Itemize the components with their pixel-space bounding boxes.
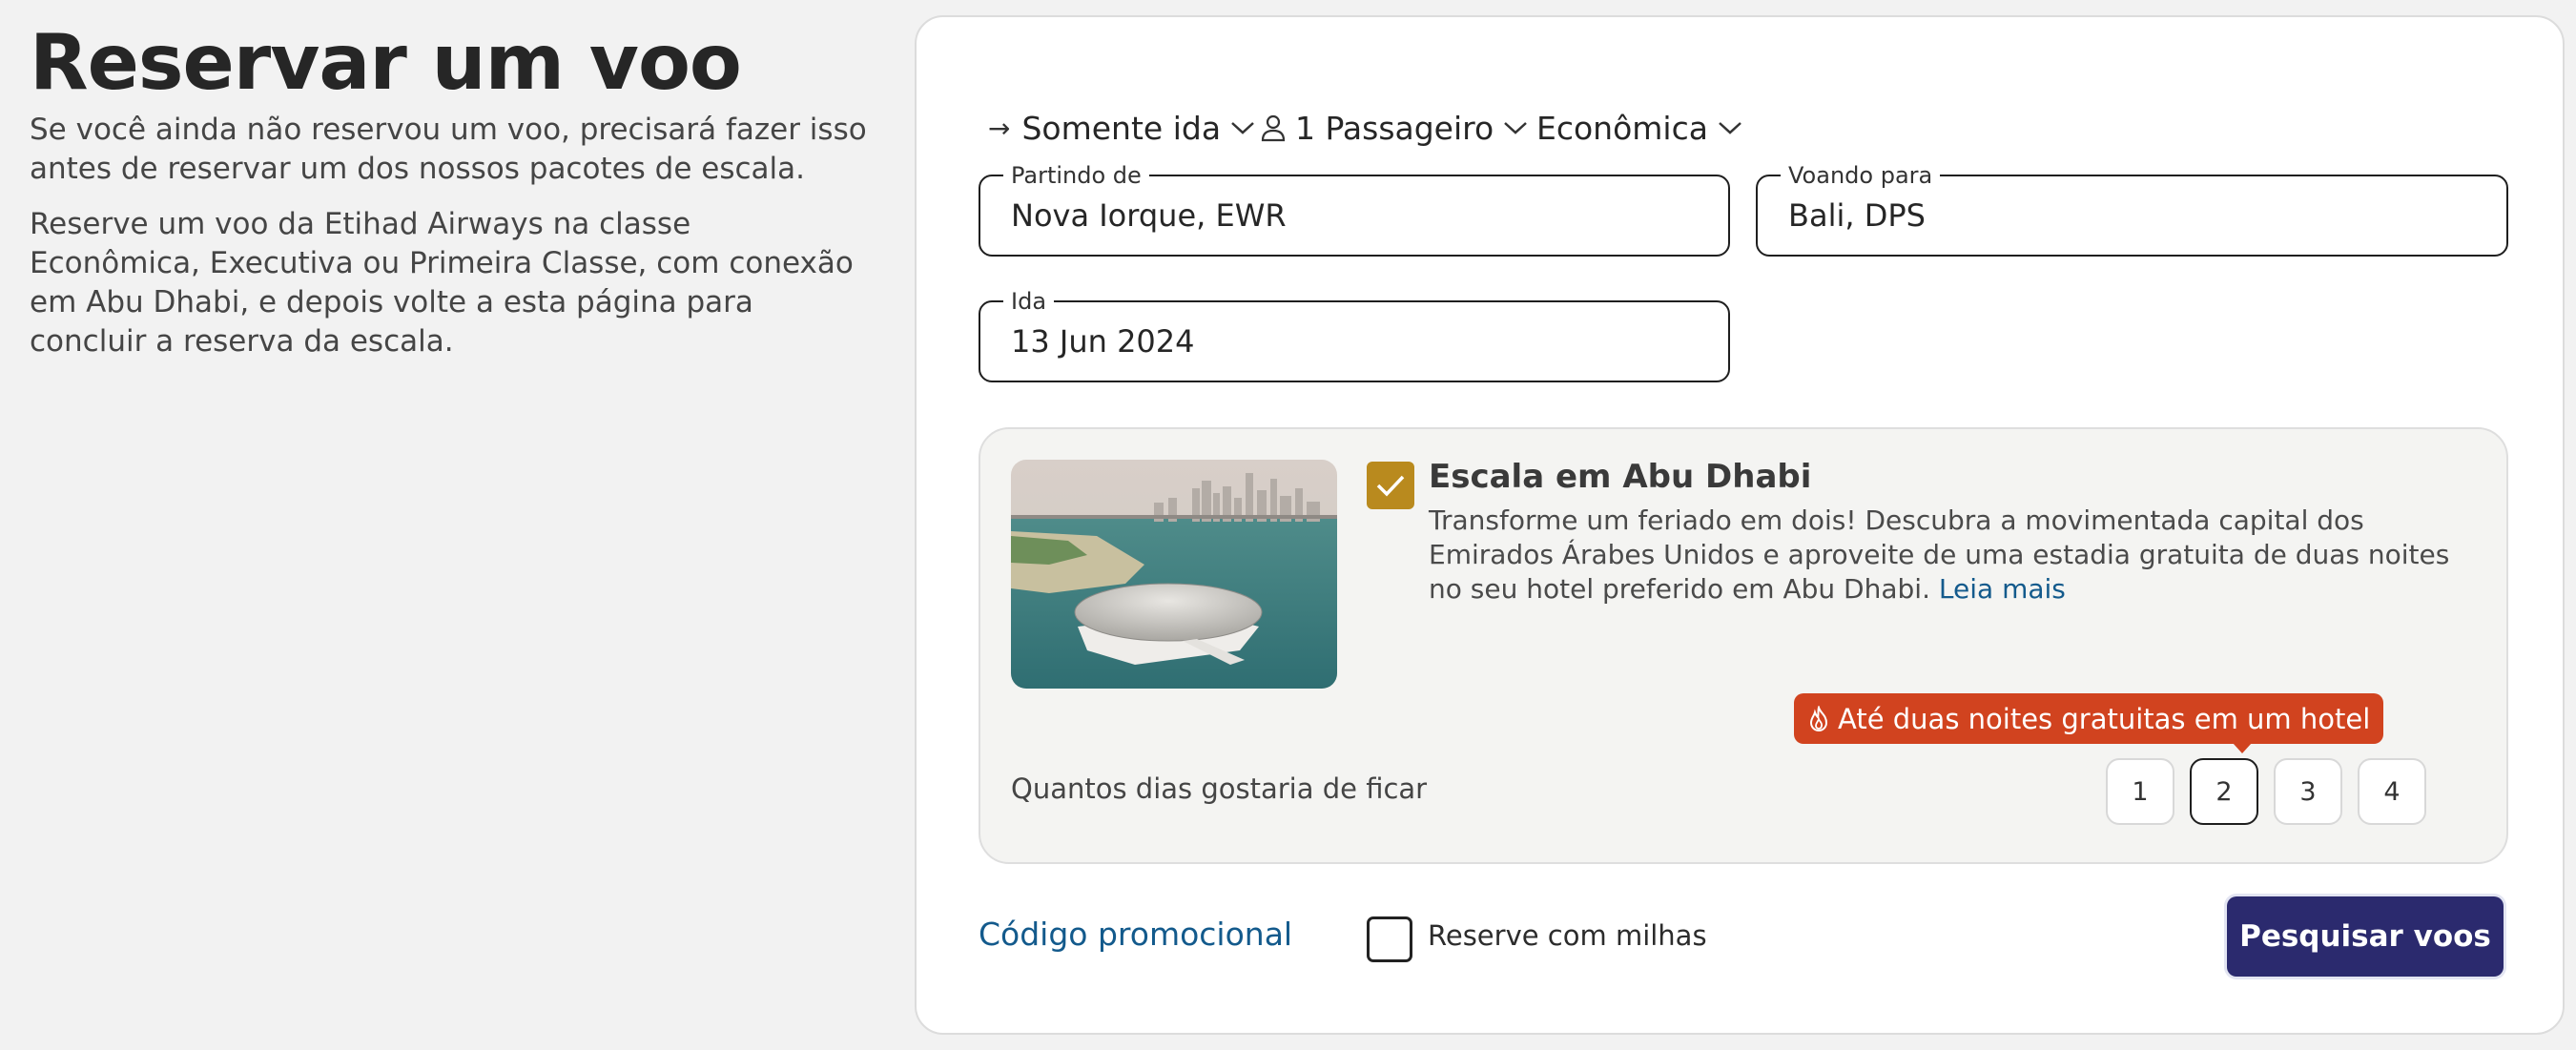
- stopover-description: Transforme um feriado em dois! Descubra …: [1429, 504, 2487, 607]
- destination-field-value[interactable]: Bali, DPS: [1788, 176, 1926, 255]
- intro-section: Reservar um voo Se você ainda não reserv…: [30, 17, 869, 361]
- free-nights-badge-text: Até duas noites gratuitas em um hotel: [1838, 702, 2371, 735]
- trip-type-label: Somente ida: [1021, 109, 1222, 147]
- checkmark-icon: [1376, 475, 1405, 497]
- stopover-checkbox[interactable]: [1367, 462, 1414, 509]
- departure-date-value[interactable]: 13 Jun 2024: [1011, 302, 1195, 381]
- stopover-title: Escala em Abu Dhabi: [1429, 458, 1812, 496]
- flame-icon: [1807, 705, 1830, 732]
- intro-paragraph-2: Reserve um voo da Etihad Airways na clas…: [30, 207, 854, 359]
- search-flights-button[interactable]: Pesquisar voos: [2227, 896, 2504, 977]
- person-icon: [1261, 114, 1286, 142]
- arrow-right-icon: →: [988, 112, 1011, 144]
- booking-card: → Somente ida 1 Passageiro Econômica Par…: [915, 15, 2565, 1035]
- book-with-miles-label: Reserve com milhas: [1428, 919, 1707, 952]
- abu-dhabi-photo: [1011, 460, 1337, 689]
- trip-type-dropdown[interactable]: → Somente ida: [988, 90, 1255, 166]
- badge-pointer: [2233, 743, 2252, 753]
- page-title: Reservar um voo: [30, 18, 742, 107]
- origin-field-value[interactable]: Nova Iorque, EWR: [1011, 176, 1287, 255]
- stopover-panel: Escala em Abu Dhabi Transforme um feriad…: [979, 427, 2508, 864]
- stay-days-option-2[interactable]: 2: [2190, 758, 2258, 825]
- chevron-down-icon: [1504, 122, 1528, 134]
- departure-date-field[interactable]: Ida 13 Jun 2024: [979, 288, 1730, 382]
- free-nights-badge: Até duas noites gratuitas em um hotel: [1794, 693, 2384, 753]
- chevron-down-icon: [1719, 122, 1741, 134]
- stay-days-label: Quantos dias gostaria de ficar: [1011, 772, 1428, 805]
- stay-days-option-3[interactable]: 3: [2274, 758, 2342, 825]
- origin-field[interactable]: Partindo de Nova Iorque, EWR: [979, 162, 1730, 257]
- passengers-dropdown[interactable]: 1 Passageiro: [1261, 90, 1528, 166]
- promo-code-link[interactable]: Código promocional: [979, 916, 1292, 953]
- stay-days-option-4[interactable]: 4: [2358, 758, 2426, 825]
- book-with-miles-checkbox[interactable]: [1367, 916, 1412, 962]
- read-more-link[interactable]: Leia mais: [1939, 573, 2066, 605]
- passengers-label: 1 Passageiro: [1295, 109, 1494, 147]
- cabin-class-label: Econômica: [1536, 109, 1708, 147]
- intro-paragraph-1: Se você ainda não reservou um voo, preci…: [30, 113, 867, 186]
- chevron-down-icon: [1231, 122, 1254, 134]
- stay-days-option-1[interactable]: 1: [2106, 758, 2174, 825]
- destination-field[interactable]: Voando para Bali, DPS: [1756, 162, 2508, 257]
- cabin-class-dropdown[interactable]: Econômica: [1536, 90, 1742, 166]
